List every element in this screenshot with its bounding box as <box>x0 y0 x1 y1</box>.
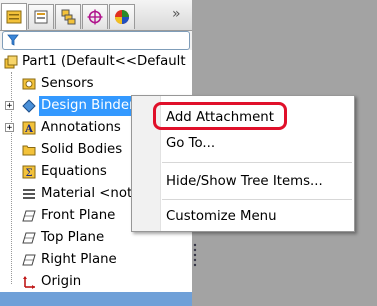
plane-icon <box>22 210 36 222</box>
expand-toggle[interactable]: + <box>5 123 14 133</box>
annotation-highlight-ring <box>153 102 287 130</box>
annotations-icon: A <box>22 121 36 135</box>
tree-item-label: Origin <box>41 274 82 289</box>
filter-bar <box>0 31 192 50</box>
plane-icon <box>22 254 36 266</box>
tree-item-label: Sensors <box>41 76 94 91</box>
material-icon <box>23 189 35 199</box>
dimxpert-icon <box>87 9 103 25</box>
menu-item-customize-menu[interactable]: Customize Menu <box>166 209 277 224</box>
dimxpert-tab[interactable] <box>82 4 108 29</box>
tree-item-label: Top Plane <box>41 230 105 245</box>
equations-icon: Σ <box>22 165 36 179</box>
tree-item-label: Solid Bodies <box>41 142 123 157</box>
expand-toggle[interactable]: + <box>5 101 14 111</box>
menu-separator <box>162 162 352 163</box>
tree-item-label: Front Plane <box>41 208 116 223</box>
filter-icon <box>7 34 19 46</box>
property-manager-icon <box>34 10 48 24</box>
configurationmanager-tab[interactable] <box>55 4 81 29</box>
panel-bottom-strip <box>0 292 192 306</box>
folder-icon <box>22 145 36 156</box>
svg-text:Σ: Σ <box>25 168 32 179</box>
menu-separator <box>162 199 352 200</box>
plane-icon <box>22 232 36 244</box>
sensor-icon <box>22 78 36 90</box>
propertymanager-tab[interactable] <box>28 4 54 29</box>
panel-resize-grip-icon[interactable] <box>192 240 198 270</box>
featuremanager-tab[interactable] <box>1 3 27 30</box>
configuration-manager-icon <box>61 9 76 25</box>
tree-root-label: Part1 (Default<<Default <box>22 54 186 69</box>
feature-tree-icon <box>6 10 22 24</box>
expand-tabs-button[interactable]: » <box>172 6 181 22</box>
svg-text:A: A <box>24 124 33 135</box>
design-binder-icon <box>22 99 36 113</box>
tree-item-label: Design Binder <box>39 96 137 116</box>
tree-item-label: Right Plane <box>41 252 117 267</box>
menu-item-go-to[interactable]: Go To... <box>166 136 215 151</box>
appearance-icon <box>115 10 129 24</box>
display-manager-tab[interactable] <box>109 4 135 29</box>
manager-tab-bar: » <box>0 0 192 31</box>
filter-input[interactable] <box>2 31 190 50</box>
tree-item-label: Equations <box>41 164 107 179</box>
part-icon <box>4 55 18 69</box>
menu-item-hide-show-tree-items[interactable]: Hide/Show Tree Items... <box>166 174 323 189</box>
tree-item-label: Annotations <box>41 120 121 135</box>
origin-icon <box>23 276 35 289</box>
